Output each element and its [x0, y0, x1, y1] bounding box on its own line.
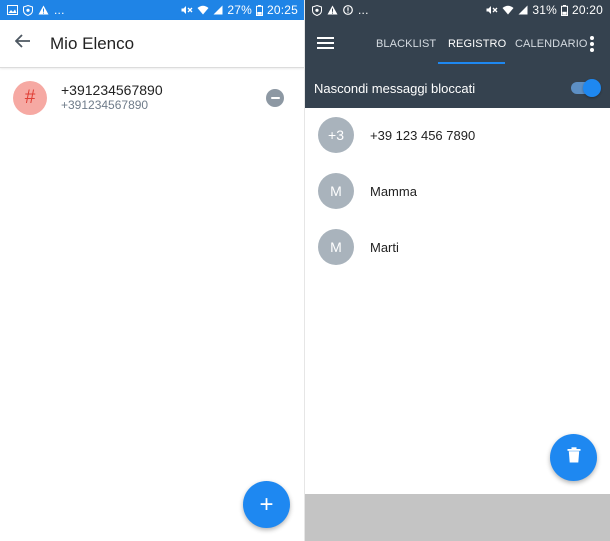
add-button[interactable]: + — [243, 481, 290, 528]
page-title: Mio Elenco — [50, 33, 135, 53]
hide-blocked-toggle[interactable] — [571, 79, 601, 97]
tab-registro[interactable]: REGISTRO — [448, 20, 506, 68]
status-bar: ... 31% 20:20 — [305, 0, 610, 20]
avatar: +3 — [318, 117, 354, 153]
list-item[interactable]: M Marti — [305, 220, 610, 276]
arrow-left-icon — [14, 34, 31, 53]
battery-icon — [255, 4, 263, 16]
delete-button[interactable] — [550, 434, 597, 481]
wifi-icon — [502, 5, 514, 15]
tab-blacklist[interactable]: BLACKLIST — [376, 20, 436, 68]
app-bar: BLACKLIST REGISTRO CALENDARIO Nascondi m… — [305, 20, 610, 108]
avatar: M — [318, 173, 354, 209]
list-item[interactable]: +3 +39 123 456 7890 — [305, 108, 610, 164]
hide-blocked-row: Nascondi messaggi bloccati — [305, 68, 610, 108]
mute-icon — [486, 5, 498, 15]
registro-list: +3 +39 123 456 7890 M Mamma M Marti — [305, 108, 610, 276]
registro-screen: ... 31% 20:20 BLACKLIST REGISTRO CALENDA… — [305, 0, 610, 541]
active-tab-indicator — [438, 62, 505, 64]
avatar: M — [318, 229, 354, 265]
contact-subtitle: +391234567890 — [61, 98, 149, 112]
wifi-icon — [197, 5, 209, 15]
app-bar: Mio Elenco — [0, 20, 305, 68]
bottom-bar — [305, 494, 610, 541]
log-entry-name: +39 123 456 7890 — [370, 128, 476, 143]
battery-percent: 31% — [532, 3, 557, 17]
trash-icon — [567, 447, 581, 468]
more-vert-icon — [590, 36, 594, 40]
back-button[interactable] — [0, 20, 46, 68]
mio-elenco-screen: ... 27% 20:25 Mio Elenco # +391234567890… — [0, 0, 305, 541]
contact-number: +391234567890 — [61, 82, 163, 98]
list-item[interactable]: M Mamma — [305, 164, 610, 220]
mute-icon — [181, 5, 193, 15]
avatar: # — [13, 81, 47, 115]
battery-icon — [560, 4, 568, 16]
status-time: 20:20 — [571, 3, 603, 17]
shield-icon — [23, 4, 33, 16]
shield-icon — [312, 4, 322, 16]
hamburger-icon — [317, 37, 334, 39]
status-time: 20:25 — [266, 3, 298, 17]
log-entry-name: Mamma — [370, 184, 417, 199]
status-more-dots: ... — [358, 3, 369, 17]
list-item[interactable]: # +391234567890 +391234567890 — [0, 78, 305, 118]
warning-icon — [38, 5, 49, 15]
remove-button[interactable] — [266, 89, 284, 107]
image-icon — [7, 5, 18, 15]
signal-icon — [213, 5, 223, 15]
toggle-label: Nascondi messaggi bloccati — [314, 81, 476, 96]
menu-button[interactable] — [317, 34, 341, 54]
tab-calendario[interactable]: CALENDARIO — [515, 20, 588, 68]
log-entry-name: Marti — [370, 240, 399, 255]
signal-icon — [518, 5, 528, 15]
status-more-dots: ... — [54, 3, 65, 17]
more-options-button[interactable] — [589, 36, 595, 52]
warning-icon — [327, 5, 338, 15]
battery-percent: 27% — [227, 3, 252, 17]
alert-circle-icon — [343, 5, 353, 15]
status-bar: ... 27% 20:25 — [0, 0, 305, 20]
